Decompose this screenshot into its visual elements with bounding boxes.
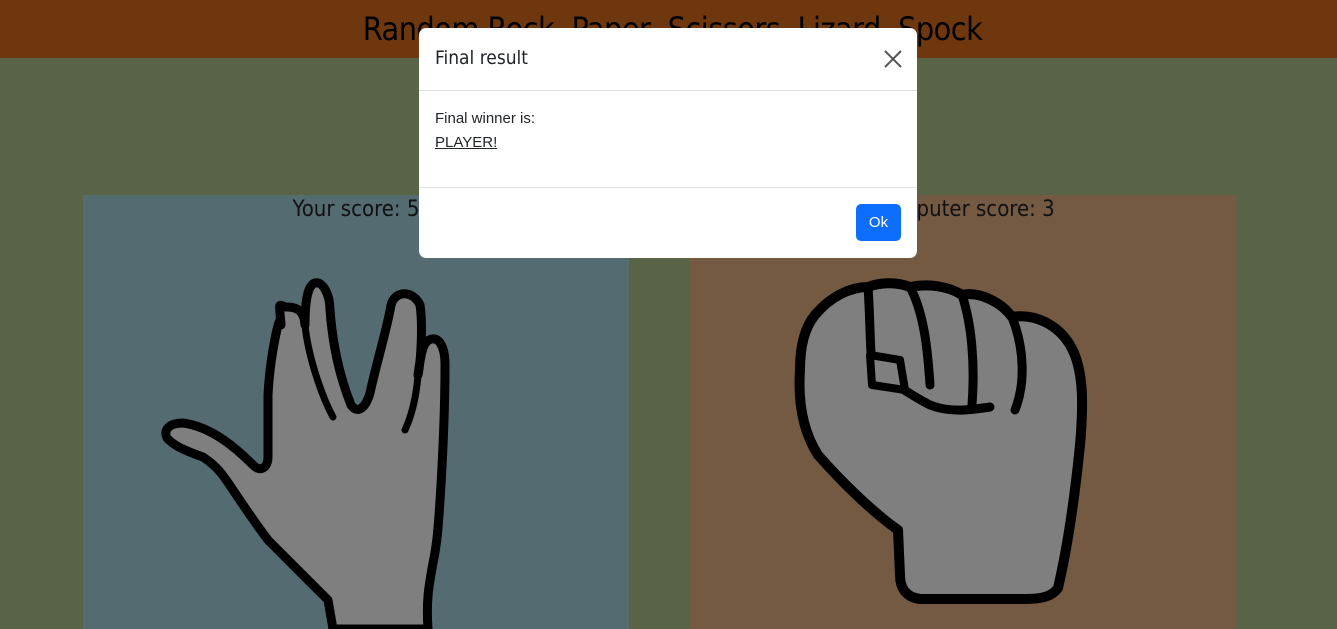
winner-name: PLAYER! <box>435 134 498 151</box>
close-button[interactable] <box>883 49 903 69</box>
winner-label: Final winner is: <box>435 110 536 127</box>
modal-body: Final winner is: PLAYER! <box>419 91 917 188</box>
game-page: Random Rock, Paper, Scissors, Lizard, Sp… <box>0 0 1337 629</box>
final-result-modal: Final result Final winner is: PLAYER! Ok <box>419 28 917 258</box>
close-icon <box>884 50 902 68</box>
modal-title: Final result <box>435 47 529 69</box>
modal-header: Final result <box>419 28 917 91</box>
ok-button[interactable]: Ok <box>856 204 901 241</box>
